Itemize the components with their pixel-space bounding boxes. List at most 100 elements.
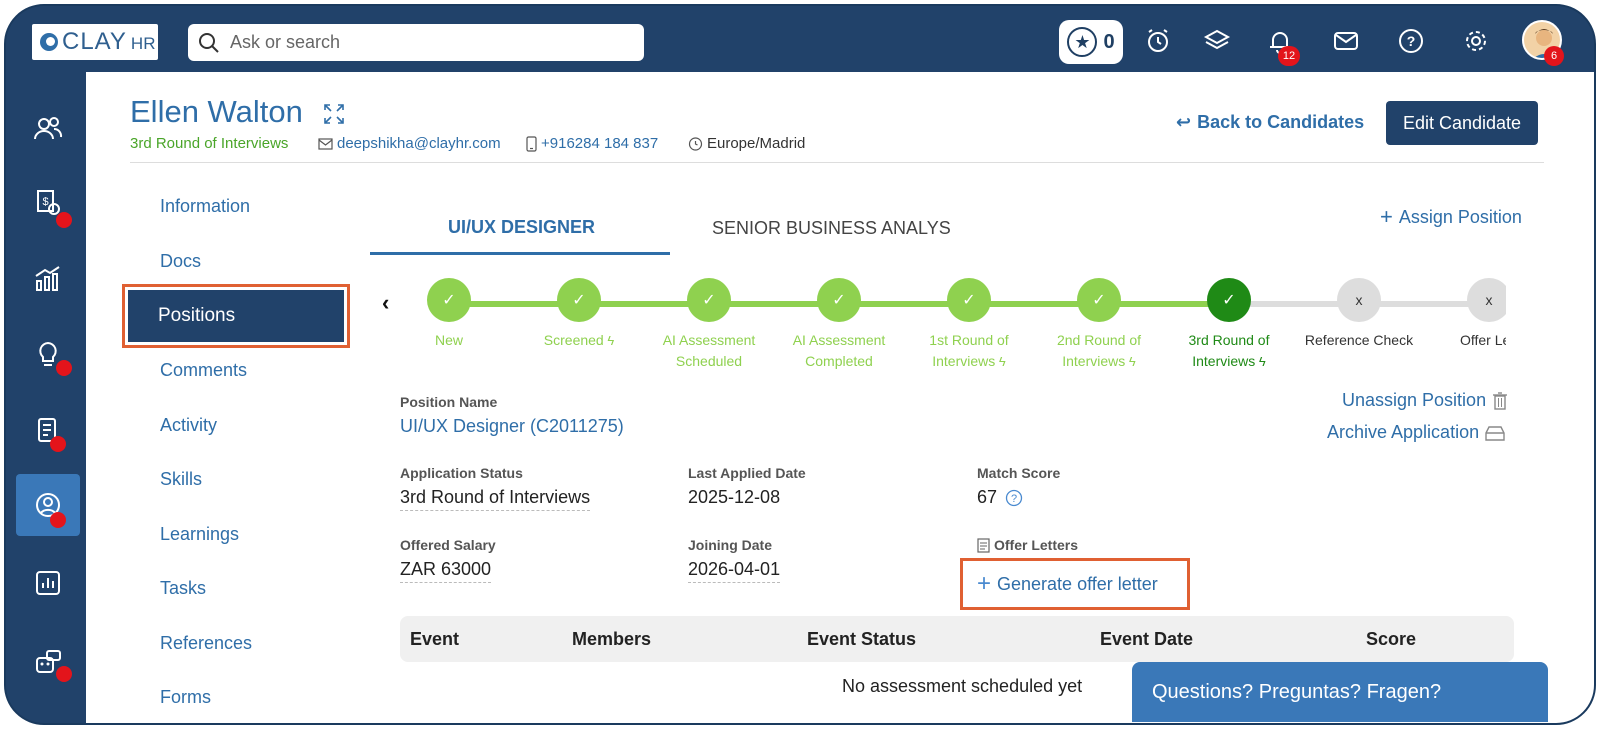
- candidate-email[interactable]: deepshikha@clayhr.com: [318, 135, 501, 152]
- pipeline-step[interactable]: ✓ Screened ϟ: [514, 278, 644, 351]
- subnav-item-docs[interactable]: Docs: [160, 251, 201, 272]
- pipeline-step-label: 1st Round of Interviews ϟ: [904, 330, 1034, 372]
- rail-assistant[interactable]: [16, 632, 80, 694]
- offered-salary-value[interactable]: ZAR 63000: [400, 559, 492, 583]
- column-event-status[interactable]: Event Status: [807, 629, 916, 650]
- last-applied-value: 2025-12-08: [688, 487, 781, 507]
- phone-icon: [526, 135, 537, 152]
- notifications-badge: 12: [1278, 46, 1300, 66]
- plus-icon: +: [1380, 204, 1393, 229]
- events-table-header: Event Members Event Status Event Date Sc…: [400, 616, 1514, 662]
- step-pending-icon: x: [1467, 278, 1506, 322]
- rail-reports[interactable]: [16, 552, 80, 614]
- pipeline-step-text: AI Assessment Completed: [792, 332, 886, 369]
- subnav-item-skills[interactable]: Skills: [160, 469, 202, 490]
- document-icon: [977, 537, 990, 553]
- lightning-icon: ϟ: [1255, 354, 1266, 369]
- candidate-timezone: Europe/Madrid: [688, 135, 805, 152]
- pipeline-step-label: 3rd Round of Interviews ϟ: [1164, 330, 1294, 372]
- rail-documents-alert: [50, 436, 66, 452]
- subnav-item-references[interactable]: References: [160, 633, 252, 654]
- column-event[interactable]: Event: [410, 629, 459, 650]
- back-arrow-icon: ↩: [1176, 112, 1192, 132]
- pipeline-step-label: Screened ϟ: [514, 330, 644, 351]
- pipeline-step[interactable]: ✓ 3rd Round of Interviews ϟ: [1164, 278, 1294, 372]
- pipeline-step[interactable]: ✓ 1st Round of Interviews ϟ: [904, 278, 1034, 372]
- subnav-item-activity[interactable]: Activity: [160, 415, 217, 436]
- pipeline-step[interactable]: x Offer Lett: [1424, 278, 1506, 351]
- help-chat-label: Questions? Preguntas? Fragen?: [1152, 680, 1442, 703]
- rail-candidates[interactable]: [16, 98, 80, 160]
- tab-position-uiux[interactable]: UI/UX DESIGNER: [448, 217, 595, 238]
- tab-position-analyst[interactable]: SENIOR BUSINESS ANALYS: [712, 218, 951, 239]
- subnav-item-positions[interactable]: Positions: [122, 284, 350, 348]
- offered-salary-label: Offered Salary: [400, 537, 496, 553]
- subnav-item-positions-label: Positions: [128, 290, 344, 342]
- unassign-position-button[interactable]: Unassign Position: [1342, 390, 1508, 411]
- application-status-value[interactable]: 3rd Round of Interviews: [400, 487, 591, 511]
- back-to-candidates-link[interactable]: ↩ Back to Candidates: [1176, 112, 1364, 133]
- pipeline-step[interactable]: ✓ New: [384, 278, 514, 351]
- match-score-value: 67: [977, 487, 998, 507]
- alarm-clock-icon[interactable]: [1143, 26, 1173, 56]
- rail-profile[interactable]: [16, 474, 80, 536]
- application-status-label: Application Status: [400, 465, 523, 481]
- trash-icon: [1493, 391, 1508, 410]
- logo-mark-icon: [40, 33, 58, 51]
- pipeline-step-label: AI Assessment Completed: [774, 330, 904, 372]
- header-divider: [130, 162, 1544, 163]
- subnav-item-forms[interactable]: Forms: [160, 687, 211, 708]
- global-search[interactable]: [188, 24, 644, 61]
- rewards-button[interactable]: ★ 0: [1059, 20, 1123, 64]
- subnav-item-learnings[interactable]: Learnings: [160, 524, 239, 545]
- candidate-phone[interactable]: +916284 184 837: [526, 135, 658, 152]
- edit-candidate-button[interactable]: Edit Candidate: [1386, 101, 1538, 145]
- step-check-icon: ✓: [1207, 278, 1251, 322]
- pipeline-step[interactable]: ✓ AI Assessment Completed: [774, 278, 904, 372]
- step-check-icon: ✓: [687, 278, 731, 322]
- rail-ideas-alert: [56, 360, 72, 376]
- generate-offer-letter-button[interactable]: + Generate offer letter: [960, 558, 1190, 610]
- growth-chart-icon: [35, 266, 60, 291]
- joining-date-value[interactable]: 2026-04-01: [688, 559, 781, 583]
- candidate-stage: 3rd Round of Interviews: [130, 135, 289, 152]
- rail-documents[interactable]: [16, 400, 80, 462]
- left-rail: $: [6, 72, 86, 723]
- step-check-icon: ✓: [947, 278, 991, 322]
- expand-icon[interactable]: [322, 102, 346, 131]
- search-input[interactable]: [230, 32, 630, 53]
- subnav-item-comments[interactable]: Comments: [160, 360, 247, 381]
- pipeline-step[interactable]: x Reference Check: [1294, 278, 1424, 351]
- column-members[interactable]: Members: [572, 629, 651, 650]
- candidate-name: Ellen Walton: [130, 94, 303, 129]
- position-name-link[interactable]: UI/UX Designer (C2011275): [400, 416, 624, 437]
- pipeline-step-label: New: [384, 330, 514, 351]
- archive-application-button[interactable]: Archive Application: [1327, 422, 1505, 443]
- assign-position-button[interactable]: + Assign Position: [1380, 204, 1522, 230]
- pipeline-step-text: Reference Check: [1304, 332, 1414, 348]
- unassign-position-label: Unassign Position: [1342, 390, 1487, 410]
- pipeline-step[interactable]: ✓ 2nd Round of Interviews ϟ: [1034, 278, 1164, 372]
- offer-letters-label: Offer Letters: [994, 537, 1079, 553]
- candidate-phone-text: +916284 184 837: [541, 135, 659, 152]
- column-score[interactable]: Score: [1366, 629, 1416, 650]
- pipeline-step[interactable]: ✓ AI Assessment Scheduled: [644, 278, 774, 372]
- column-event-date[interactable]: Event Date: [1100, 629, 1193, 650]
- subnav-item-information[interactable]: Information: [160, 196, 250, 217]
- settings-gear-icon[interactable]: [1461, 26, 1491, 56]
- question-circle-icon[interactable]: ?: [1005, 489, 1023, 507]
- help-chat-widget[interactable]: Questions? Preguntas? Fragen?: [1132, 662, 1548, 722]
- help-icon[interactable]: ?: [1396, 26, 1426, 56]
- rewards-count: 0: [1103, 30, 1115, 53]
- match-score-label: Match Score: [977, 465, 1061, 481]
- pipeline-step-text: AI Assessment Scheduled: [662, 332, 756, 369]
- rail-analytics[interactable]: [16, 248, 80, 310]
- envelope-icon: [318, 138, 333, 150]
- subnav-item-tasks[interactable]: Tasks: [160, 578, 206, 599]
- layers-icon[interactable]: [1202, 26, 1232, 56]
- plus-icon: +: [977, 570, 992, 597]
- rail-ideas[interactable]: [16, 324, 80, 386]
- mail-icon[interactable]: [1331, 26, 1361, 56]
- step-check-icon: ✓: [427, 278, 471, 322]
- clayhr-logo[interactable]: CLAY HR: [32, 24, 158, 60]
